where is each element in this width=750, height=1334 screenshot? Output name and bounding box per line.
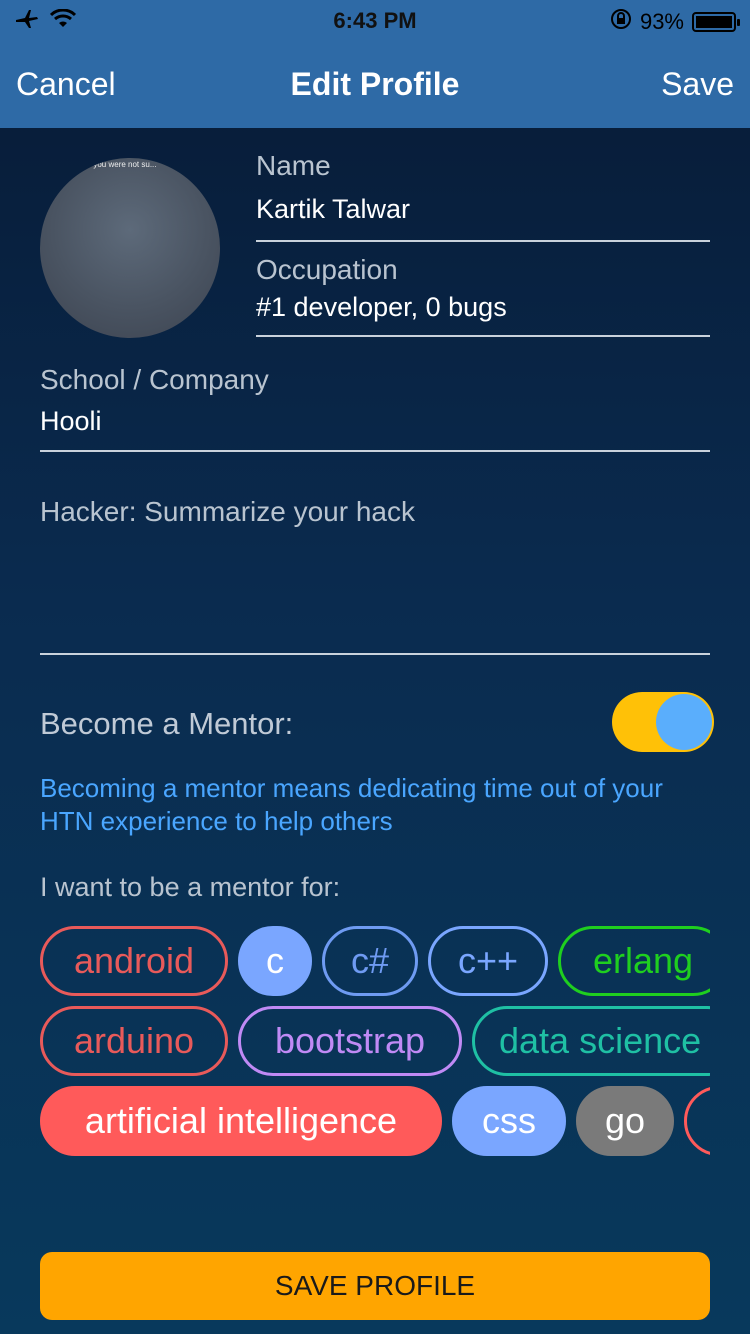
school-underline: [40, 450, 710, 452]
tag-css[interactable]: css: [452, 1086, 566, 1156]
avatar-caption: ...n you were not su...: [80, 160, 157, 169]
mentor-topics-label: I want to be a mentor for:: [40, 872, 341, 902]
mentor-toggle[interactable]: [612, 692, 714, 752]
occupation-underline: [256, 335, 710, 337]
tag-android[interactable]: android: [40, 926, 228, 996]
mentor-note: Becoming a mentor means dedicating time …: [40, 773, 663, 836]
tag-c-plus-plus[interactable]: c++: [428, 926, 548, 996]
tag-bootstrap[interactable]: bootstrap: [238, 1006, 462, 1076]
mentor-topics-tags: android c c# c++ erlang arduino bootstra…: [40, 926, 710, 1162]
save-profile-button[interactable]: SAVE PROFILE: [40, 1252, 710, 1320]
tag-c-sharp[interactable]: c#: [322, 926, 418, 996]
rotation-lock-icon: [610, 8, 632, 36]
status-bar: 6:43 PM 93%: [0, 0, 750, 40]
toggle-knob: [656, 694, 712, 750]
page-title: Edit Profile: [290, 66, 460, 102]
battery-percent: 93%: [639, 9, 684, 34]
tag-erlang[interactable]: erlang: [558, 926, 710, 996]
name-underline: [256, 240, 710, 242]
tag-data-science[interactable]: data science: [472, 1006, 710, 1076]
name-label: Name: [256, 150, 331, 181]
hack-summary-input[interactable]: Hacker: Summarize your hack: [40, 496, 415, 528]
occupation-label: Occupation: [256, 254, 398, 285]
name-field[interactable]: Kartik Talwar: [256, 194, 410, 225]
hack-summary-underline: [40, 653, 710, 655]
school-field[interactable]: Hooli: [40, 406, 102, 437]
battery-icon: [692, 12, 740, 32]
top-bar: 6:43 PM 93% Cancel Edit Profile Save: [0, 0, 750, 128]
school-label: School / Company: [40, 364, 269, 395]
tag-artificial-intelligence[interactable]: artificial intelligence: [40, 1086, 442, 1156]
tag-arduino[interactable]: arduino: [40, 1006, 228, 1076]
tag-go[interactable]: go: [576, 1086, 674, 1156]
status-right: 93%: [610, 8, 740, 36]
mentor-label: Become a Mentor:: [40, 706, 294, 741]
tag-c[interactable]: c: [238, 926, 312, 996]
avatar[interactable]: ...n you were not su...: [40, 158, 220, 338]
occupation-field[interactable]: #1 developer, 0 bugs: [256, 292, 507, 323]
tag-partial[interactable]: [684, 1086, 710, 1156]
nav-bar: Cancel Edit Profile Save: [0, 40, 750, 128]
save-button[interactable]: Save: [661, 66, 734, 103]
